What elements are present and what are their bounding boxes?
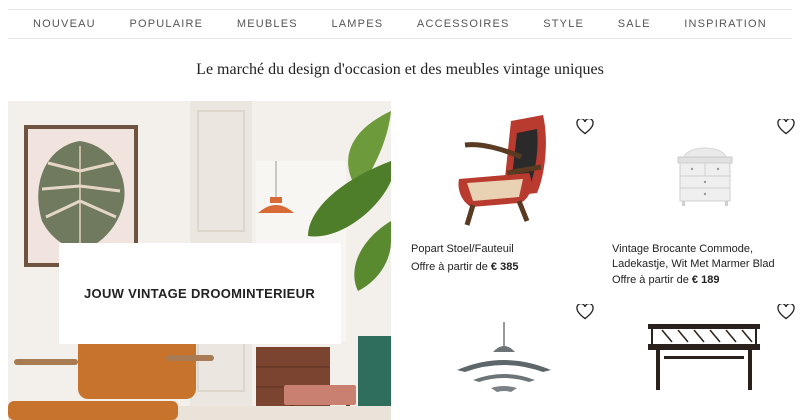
nav-item-nouveau[interactable]: NOUVEAU	[33, 18, 96, 30]
nav-item-style[interactable]: STYLE	[543, 18, 584, 30]
nav-item-populaire[interactable]: POPULAIRE	[129, 18, 203, 30]
favorite-heart-icon[interactable]	[777, 119, 795, 135]
bench-table-image[interactable]	[612, 300, 800, 420]
hero-cta-label[interactable]: JOUW VINTAGE DROOMINTERIEUR	[84, 286, 315, 301]
product-price: Offre à partir de € 385	[411, 261, 518, 273]
product-card-pendant-lamp[interactable]	[411, 300, 601, 420]
product-card-bench-table[interactable]	[612, 300, 800, 420]
pendant-lamp-image[interactable]	[411, 300, 601, 420]
price-value: € 189	[691, 274, 720, 286]
favorite-heart-icon[interactable]	[576, 304, 594, 320]
product-name[interactable]: Popart Stoel/Fauteuil	[411, 242, 514, 257]
favorite-heart-icon[interactable]	[777, 304, 795, 320]
product-card-popart-chair[interactable]: Popart Stoel/Fauteuil Offre à partir de …	[411, 101, 601, 281]
product-price: Offre à partir de € 189	[612, 274, 719, 286]
armchair-image[interactable]	[411, 101, 601, 231]
commode-image[interactable]	[612, 101, 800, 231]
hero-cta-card[interactable]: JOUW VINTAGE DROOMINTERIEUR	[59, 243, 341, 344]
nav-item-sale[interactable]: SALE	[618, 18, 651, 30]
nav-item-meubles[interactable]: MEUBLES	[237, 18, 298, 30]
product-name[interactable]: Vintage Brocante Commode, Ladekastje, Wi…	[612, 242, 792, 272]
page-tagline: Le marché du design d'occasion et des me…	[196, 61, 604, 78]
favorite-heart-icon[interactable]	[576, 119, 594, 135]
nav-item-inspiration[interactable]: INSPIRATION	[684, 18, 767, 30]
nav-item-accessoires[interactable]: ACCESSOIRES	[417, 18, 510, 30]
hero-banner[interactable]: JOUW VINTAGE DROOMINTERIEUR	[8, 101, 391, 420]
price-prefix: Offre à partir de	[612, 274, 689, 286]
price-value: € 385	[490, 261, 519, 273]
product-card-brocante-commode[interactable]: Vintage Brocante Commode, Ladekastje, Wi…	[612, 101, 800, 291]
main-navigation: NOUVEAU POPULAIRE MEUBLES LAMPES ACCESSO…	[8, 9, 792, 39]
price-prefix: Offre à partir de	[411, 261, 488, 273]
nav-item-lampes[interactable]: LAMPES	[331, 18, 383, 30]
